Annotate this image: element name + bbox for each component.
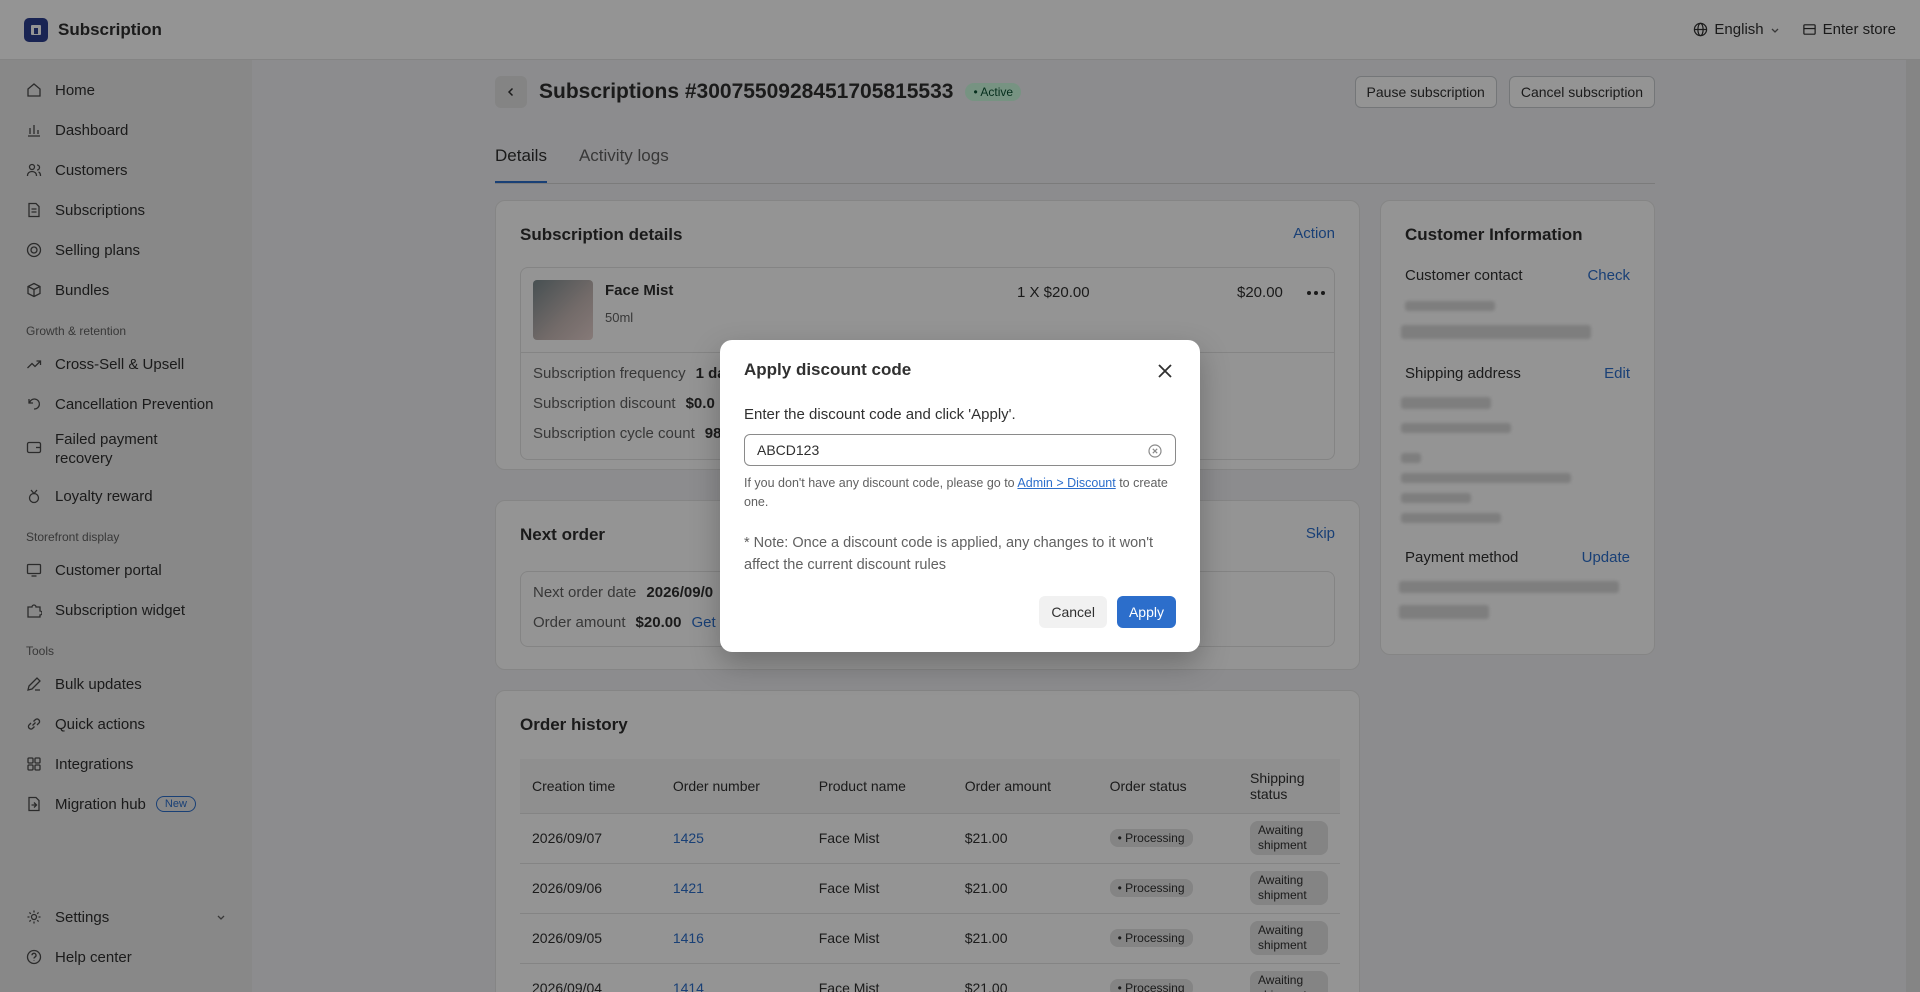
discount-code-input[interactable] bbox=[744, 434, 1176, 466]
modal-title: Apply discount code bbox=[744, 360, 912, 379]
cancel-button[interactable]: Cancel bbox=[1039, 596, 1107, 628]
apply-discount-modal: Apply discount code Enter the discount c… bbox=[720, 340, 1200, 652]
clear-input-icon[interactable] bbox=[1148, 444, 1162, 458]
modal-note: * Note: Once a discount code is applied,… bbox=[744, 535, 1154, 573]
admin-discount-link[interactable]: Admin > Discount bbox=[1017, 476, 1115, 490]
apply-button[interactable]: Apply bbox=[1116, 596, 1176, 628]
help-prefix: If you don't have any discount code, ple… bbox=[744, 476, 1018, 490]
modal-help-text: If you don't have any discount code, ple… bbox=[744, 474, 1176, 512]
close-icon[interactable] bbox=[1156, 362, 1174, 380]
modal-instruction: Enter the discount code and click 'Apply… bbox=[744, 406, 1016, 423]
